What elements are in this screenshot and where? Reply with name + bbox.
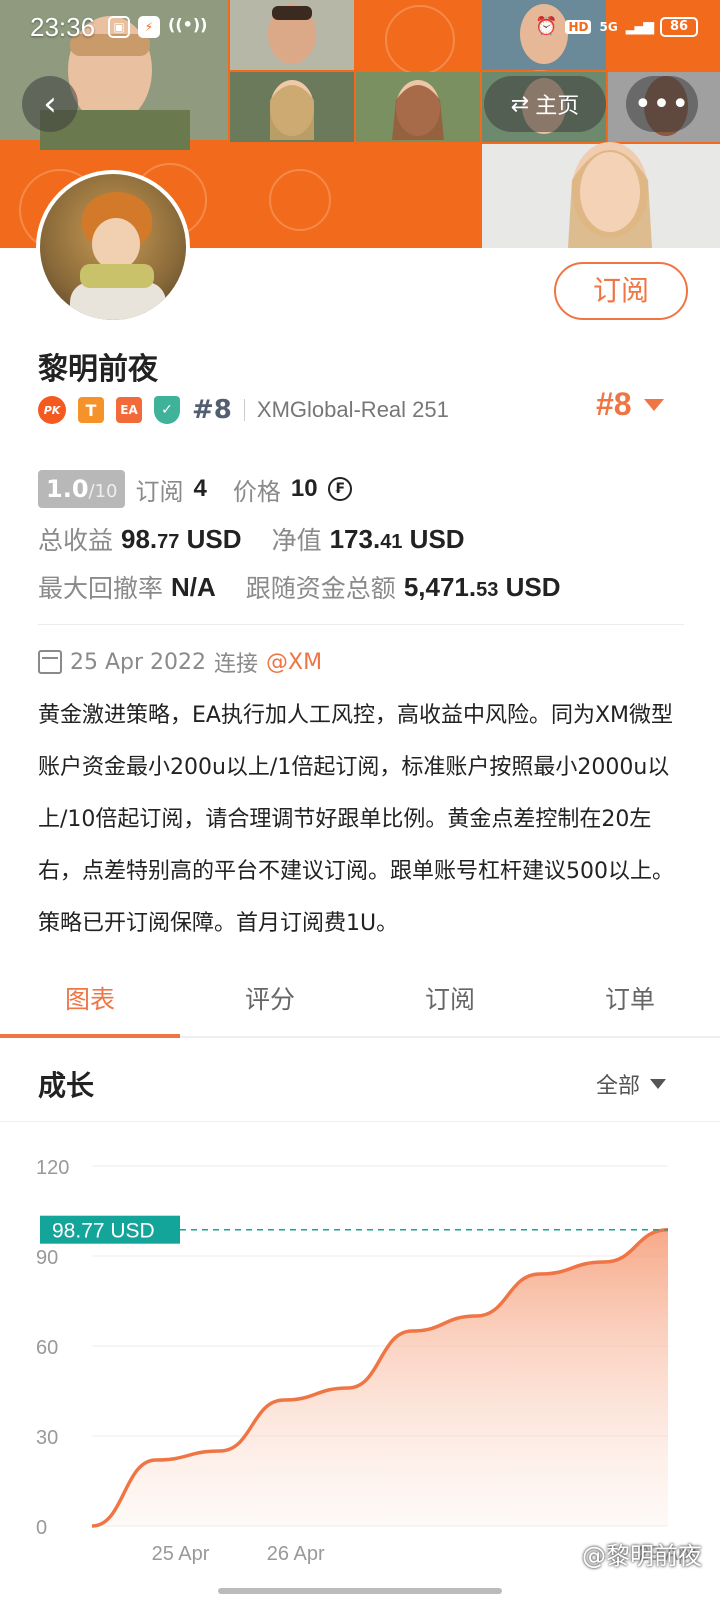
avatar[interactable]	[36, 170, 190, 324]
caret-down-icon	[650, 1079, 667, 1089]
price-value: 10	[290, 475, 318, 502]
y-tick-label: 60	[36, 1337, 58, 1359]
divider	[243, 399, 245, 421]
chevron-left-icon: ‹	[43, 84, 57, 124]
follow-funds-label: 跟随资金总额	[245, 574, 396, 603]
section-title: 成长	[38, 1069, 95, 1102]
price-label: 价格	[232, 477, 281, 506]
growth-area	[92, 1229, 668, 1526]
t-badge-icon[interactable]: T	[78, 397, 104, 423]
home-indicator[interactable]	[218, 1588, 502, 1594]
ea-badge-icon[interactable]: EA	[116, 397, 142, 423]
swap-icon: ⇄	[510, 91, 530, 117]
more-button[interactable]: •••	[626, 76, 698, 132]
drawdown-row: 最大回撤率 N/A 跟随资金总额 5,471.53 USD	[38, 568, 561, 606]
connection-row: 25 Apr 2022 连接 @XM	[38, 646, 322, 678]
x-tick-label: 25 Apr	[152, 1543, 210, 1565]
growth-chart[interactable]: 0306090120 98.77 USD 25 Apr 26 Apr 29 Apr	[0, 1124, 720, 1600]
calendar-icon	[38, 650, 62, 674]
rank-value: #8	[596, 386, 632, 422]
pk-badge-icon[interactable]: PK	[38, 396, 66, 424]
battery-icon: 86	[660, 16, 698, 37]
tab-bar: 图表 评分 订阅 订单	[0, 970, 720, 1038]
range-label: 全部	[596, 1074, 641, 1099]
signal-icon: ▂▄▆	[625, 18, 654, 35]
x-tick-label: 26 Apr	[267, 1543, 325, 1565]
equity-label: 净值	[271, 526, 322, 555]
rank-label: #8	[192, 395, 232, 425]
shield-check-icon[interactable]: ✓	[154, 396, 180, 424]
rating-max: /10	[88, 481, 118, 502]
broker-link[interactable]: @XM	[266, 650, 322, 675]
equity-value: 173.41 USD	[329, 523, 465, 554]
more-dots-icon: •••	[633, 86, 691, 122]
range-dropdown[interactable]: 全部	[596, 1068, 667, 1100]
max-drawdown-label: 最大回撤率	[38, 574, 164, 603]
rating-badge: 1.0 /10	[38, 470, 126, 508]
growth-section-header: 成长 全部	[0, 1040, 720, 1122]
tab-orders[interactable]: 订单	[540, 970, 720, 1036]
home-label: 主页	[535, 94, 580, 119]
subscribe-button[interactable]: 订阅	[554, 262, 688, 320]
broker-account: XMGlobal-Real 251	[256, 397, 449, 422]
rating-row: 1.0 /10 订阅 4 价格 10 ₣	[38, 470, 352, 508]
hd-icon: HD	[565, 19, 592, 34]
home-button[interactable]: ⇄ 主页	[484, 76, 606, 132]
status-bar: 23:36 ▣ ⚡ ((•)) ⏰ HD 5G ▂▄▆ 86	[0, 0, 720, 56]
subscribe-count-label: 订阅	[135, 477, 184, 506]
y-tick-label: 120	[36, 1157, 69, 1179]
tab-subscribe[interactable]: 订阅	[360, 970, 540, 1036]
total-profit-value: 98.77 USD	[121, 523, 242, 554]
status-system-icons: ⏰ HD 5G ▂▄▆ 86	[535, 16, 698, 37]
current-value-label: 98.77 USD	[52, 1220, 155, 1243]
back-button[interactable]: ‹	[22, 76, 78, 132]
app2-notification-icon: ⚡	[138, 16, 160, 38]
broadcast-icon: ((•))	[168, 15, 208, 34]
follow-funds-value: 5,471.53 USD	[403, 571, 561, 602]
tab-rating[interactable]: 评分	[180, 970, 360, 1036]
rank-dropdown[interactable]: #8	[596, 386, 664, 423]
y-tick-label: 90	[36, 1247, 58, 1269]
app-notification-icon: ▣	[108, 16, 130, 38]
connect-date: 25 Apr 2022	[70, 649, 207, 675]
profit-row: 总收益 98.77 USD 净值 173.41 USD	[38, 520, 465, 558]
total-profit-label: 总收益	[38, 526, 114, 555]
status-notification-icons: ▣ ⚡ ((•))	[108, 15, 208, 38]
network-label: 5G	[599, 19, 618, 34]
caret-down-icon	[643, 398, 664, 411]
rating-value: 1.0	[46, 475, 89, 503]
coin-icon: ₣	[327, 477, 352, 501]
y-tick-label: 0	[36, 1517, 47, 1539]
trader-name: 黎明前夜	[38, 352, 158, 387]
watermark: @黎明前夜	[582, 1542, 702, 1570]
divider	[38, 624, 684, 625]
alarm-icon: ⏰	[535, 16, 558, 37]
y-tick-label: 30	[36, 1427, 58, 1449]
max-drawdown-value: N/A	[171, 571, 216, 602]
strategy-description: 黄金激进策略，EA执行加人工风控，高收益中风险。同为XM微型账户资金最小200u…	[38, 703, 674, 936]
tab-chart[interactable]: 图表	[0, 970, 180, 1038]
status-time: 23:36	[30, 12, 96, 42]
subscribe-count: 4	[193, 475, 207, 502]
connect-label: 连接	[214, 652, 259, 677]
badge-row: PK T EA ✓ #8 XMGlobal-Real 251	[38, 392, 449, 428]
